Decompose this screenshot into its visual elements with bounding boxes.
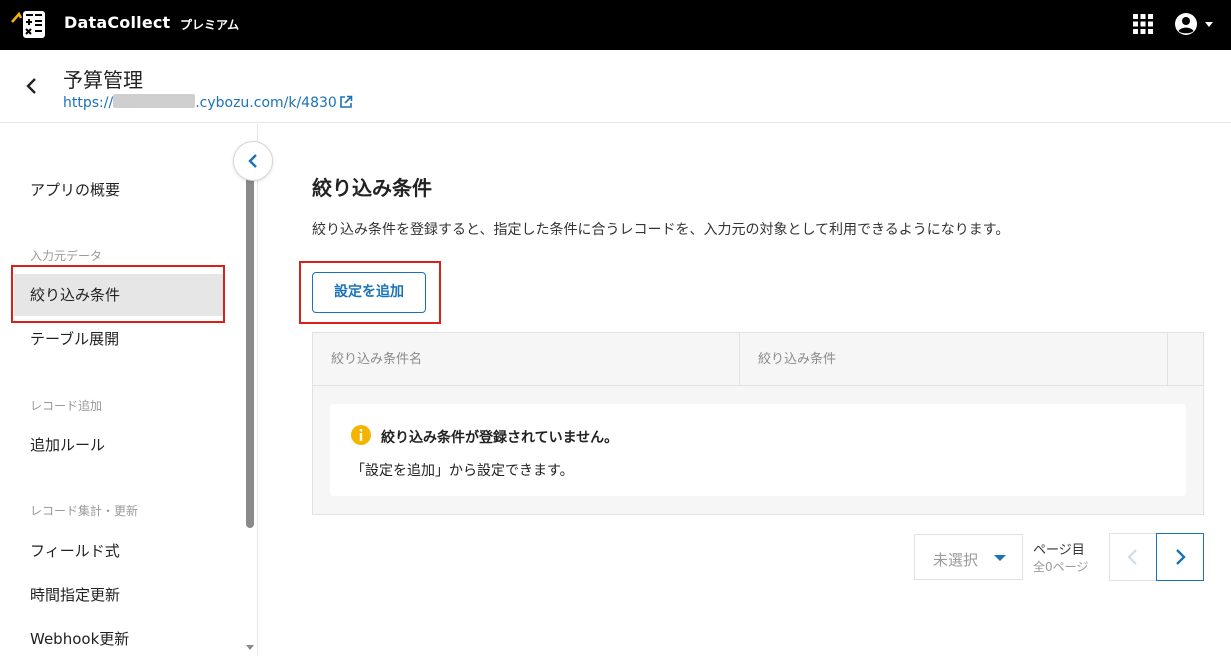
- sidebar-item-table-expand[interactable]: テーブル展開: [14, 318, 224, 360]
- column-header-condition-name: 絞り込み条件名: [313, 333, 740, 386]
- column-header-condition: 絞り込み条件: [740, 333, 1168, 386]
- page-select-value: 未選択: [933, 551, 979, 569]
- redacted-subdomain: [113, 94, 196, 108]
- apps-grid-icon[interactable]: [1132, 13, 1154, 35]
- filter-conditions-table: 絞り込み条件名 絞り込み条件 絞り込み条件が登録されていません。 「設定を追加」…: [312, 332, 1204, 515]
- chevron-left-icon: [248, 154, 257, 168]
- sidebar-scrollbar-thumb[interactable]: [246, 170, 254, 528]
- caret-down-icon: [1205, 22, 1213, 27]
- highlight-box-add-button: [299, 261, 441, 324]
- datacollect-logo-icon: [11, 11, 45, 38]
- top-bar: DataCollect プレミアム: [0, 0, 1231, 50]
- scroll-down-arrow-icon[interactable]: [245, 642, 255, 652]
- empty-state-message: 絞り込み条件が登録されていません。 「設定を追加」から設定できます。: [330, 404, 1186, 496]
- sidebar-item-app-overview[interactable]: アプリの概要: [14, 169, 224, 211]
- chevron-right-icon: [1176, 549, 1186, 565]
- plan-label: プレミアム: [180, 18, 240, 32]
- sidebar-section-input-data: 入力元データ: [30, 249, 103, 263]
- external-link-icon: [340, 95, 353, 108]
- sidebar-section-record-add: レコード追加: [30, 399, 103, 413]
- sidebar-item-scheduled-update[interactable]: 時間指定更新: [14, 574, 224, 616]
- page-total: 全0ページ: [1033, 560, 1089, 574]
- app-header: 予算管理 https:// .cybozu.com/k/4830: [0, 50, 1231, 123]
- empty-state-title: 絞り込み条件が登録されていません。: [381, 430, 619, 446]
- collapse-sidebar-button[interactable]: [233, 141, 273, 181]
- app-title: 予算管理: [63, 68, 143, 92]
- previous-page-button[interactable]: [1109, 533, 1157, 581]
- url-suffix: .cybozu.com/k/4830: [195, 95, 337, 111]
- back-arrow-icon[interactable]: [22, 76, 42, 96]
- sidebar-item-field-formula[interactable]: フィールド式: [14, 530, 224, 572]
- brand-name: DataCollect: [64, 13, 171, 32]
- page-label: ページ目: [1033, 543, 1085, 558]
- info-icon: [351, 425, 371, 445]
- url-prefix: https://: [63, 95, 114, 111]
- page-select-dropdown[interactable]: 未選択: [914, 534, 1023, 580]
- sidebar-section-aggregate-update: レコード集計・更新: [30, 504, 139, 518]
- next-page-button[interactable]: [1156, 533, 1204, 581]
- highlight-box-sidebar: [11, 265, 225, 323]
- chevron-left-icon: [1127, 549, 1137, 565]
- page-description: 絞り込み条件を登録すると、指定した条件に合うレコードを、入力元の対象として利用で…: [312, 222, 1010, 238]
- sidebar: アプリの概要 入力元データ 絞り込み条件 テーブル展開 レコード追加 追加ルール…: [0, 124, 258, 655]
- account-icon: [1175, 13, 1213, 35]
- sidebar-item-webhook-update[interactable]: Webhook更新: [14, 618, 224, 660]
- empty-state-description: 「設定を追加」から設定できます。: [351, 463, 574, 479]
- app-url-link[interactable]: https:// .cybozu.com/k/4830: [63, 94, 353, 111]
- sidebar-item-add-rules[interactable]: 追加ルール: [14, 424, 224, 466]
- page-title: 絞り込み条件: [312, 176, 432, 200]
- account-menu-button[interactable]: [1174, 12, 1218, 38]
- caret-down-icon: [994, 555, 1006, 561]
- column-header-actions: [1168, 333, 1203, 386]
